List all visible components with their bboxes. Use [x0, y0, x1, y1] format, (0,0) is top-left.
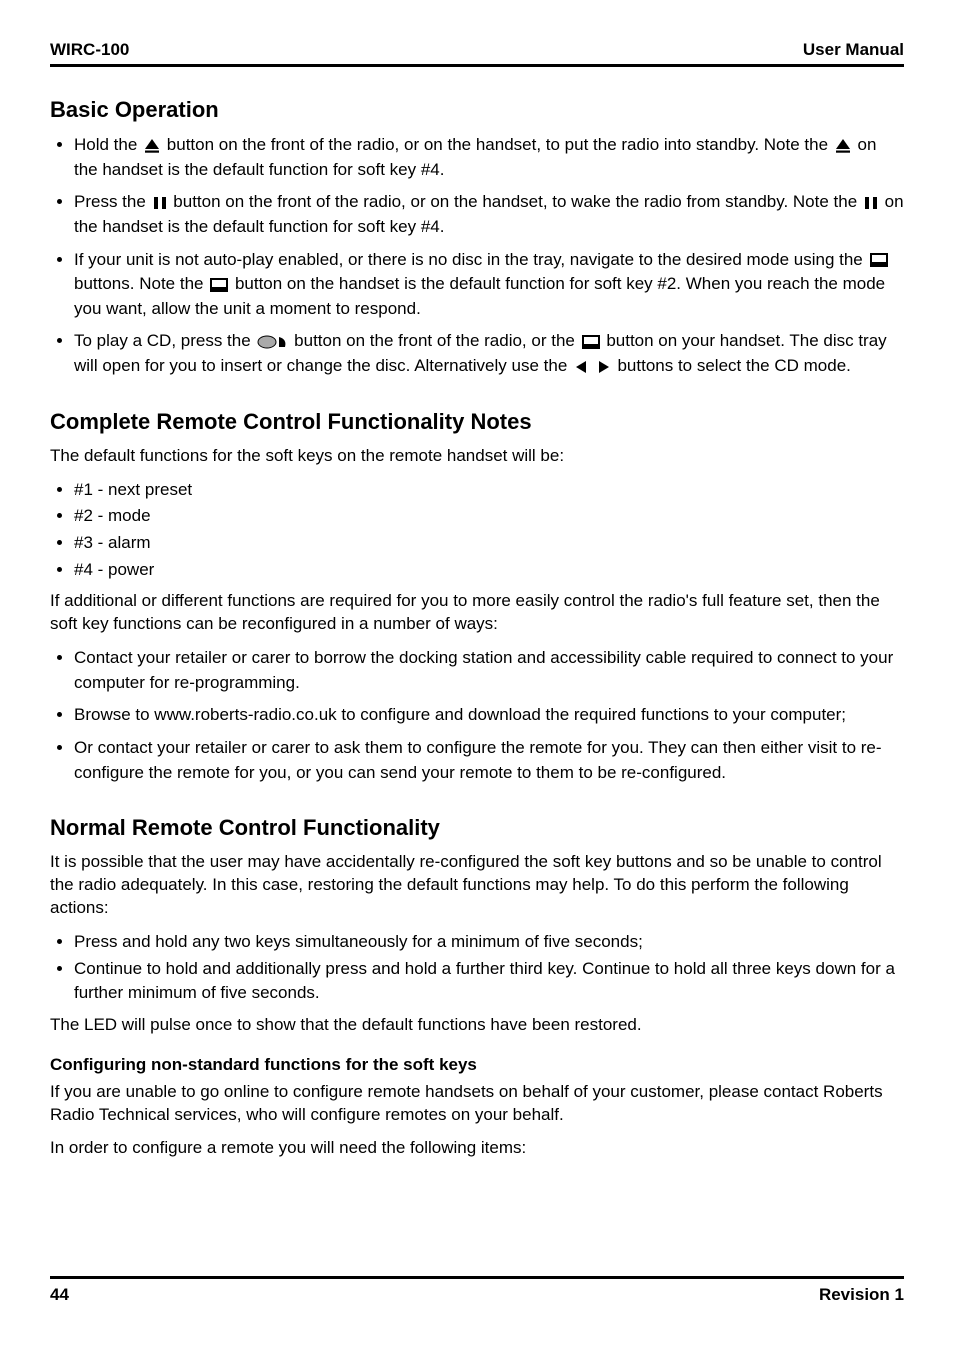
list-item: #2 - mode — [74, 504, 904, 529]
nonstandard-p1: If you are unable to go online to config… — [50, 1081, 904, 1127]
list-item: #1 - next preset — [74, 478, 904, 503]
text: If your unit is not auto-play enabled, o… — [74, 250, 868, 269]
eject-cd-icon — [257, 334, 287, 350]
basic-operation-list: Hold the button on the front of the radi… — [50, 133, 904, 379]
skip-next-icon — [597, 361, 611, 373]
list-item: Continue to hold and additionally press … — [74, 957, 904, 1006]
revision: Revision 1 — [819, 1285, 904, 1305]
section-title-remote-notes: Complete Remote Control Functionality No… — [50, 409, 904, 435]
mode-icon — [870, 253, 888, 267]
list-item: Press the button on the front of the rad… — [74, 190, 904, 239]
pause-icon — [864, 196, 878, 210]
reconfig-options-list: Contact your retailer or carer to borrow… — [50, 646, 904, 785]
list-item: Press and hold any two keys simultaneous… — [74, 930, 904, 955]
header-product: WIRC-100 — [50, 40, 129, 60]
list-item: Contact your retailer or carer to borrow… — [74, 646, 904, 695]
mode-icon — [582, 335, 600, 349]
list-item: Browse to www.roberts-radio.co.uk to con… — [74, 703, 904, 728]
header-doc-type: User Manual — [803, 40, 904, 60]
eject-icon — [144, 139, 160, 153]
eject-icon — [835, 139, 851, 153]
text: button on the front of the radio, or the — [294, 331, 579, 350]
pause-icon — [153, 196, 167, 210]
remote-default-intro: The default functions for the soft keys … — [50, 445, 904, 468]
subheading-nonstandard: Configuring non-standard functions for t… — [50, 1055, 904, 1075]
softkey-default-list: #1 - next preset #2 - mode #3 - alarm #4… — [50, 478, 904, 583]
list-item: To play a CD, press the button on the fr… — [74, 329, 904, 378]
section-title-normal-remote: Normal Remote Control Functionality — [50, 815, 904, 841]
normal-remote-intro: It is possible that the user may have ac… — [50, 851, 904, 920]
list-item: Hold the button on the front of the radi… — [74, 133, 904, 182]
text: button on the front of the radio, or on … — [167, 135, 833, 154]
remote-reconfig-intro: If additional or different functions are… — [50, 590, 904, 636]
nonstandard-p2: In order to configure a remote you will … — [50, 1137, 904, 1160]
skip-prev-icon — [574, 361, 588, 373]
mode-icon — [210, 278, 228, 292]
page-number: 44 — [50, 1285, 69, 1305]
text: buttons to select the CD mode. — [617, 356, 850, 375]
led-pulse-note: The LED will pulse once to show that the… — [50, 1014, 904, 1037]
text: Hold the — [74, 135, 142, 154]
text: Press the — [74, 192, 151, 211]
footer-rule — [50, 1276, 904, 1279]
list-item: #3 - alarm — [74, 531, 904, 556]
restore-steps-list: Press and hold any two keys simultaneous… — [50, 930, 904, 1006]
section-title-basic-operation: Basic Operation — [50, 97, 904, 123]
list-item: If your unit is not auto-play enabled, o… — [74, 248, 904, 322]
list-item: Or contact your retailer or carer to ask… — [74, 736, 904, 785]
text: buttons. Note the — [74, 274, 208, 293]
text: To play a CD, press the — [74, 331, 255, 350]
header-rule — [50, 64, 904, 67]
text: button on the front of the radio, or on … — [173, 192, 862, 211]
list-item: #4 - power — [74, 558, 904, 583]
